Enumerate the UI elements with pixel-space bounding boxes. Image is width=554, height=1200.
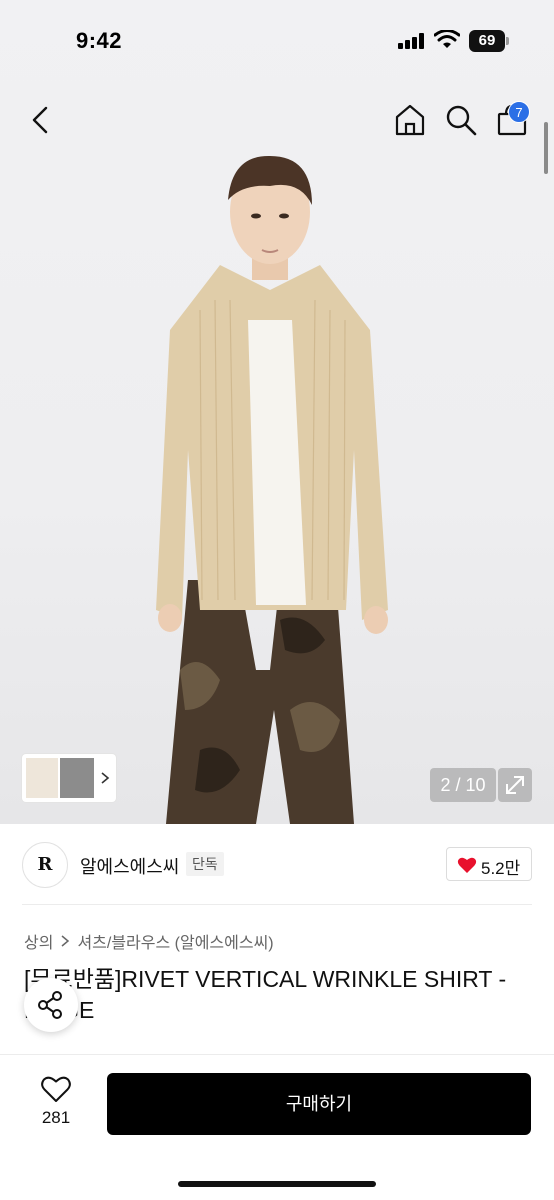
product-title: [무료반품]RIVET VERTICAL WRINKLE SHIRT - BEI… <box>24 966 507 1023</box>
brand-name[interactable]: 알에스에스씨 <box>80 853 179 879</box>
chevron-right-icon[interactable] <box>98 768 112 788</box>
cellular-signal-icon <box>398 33 426 49</box>
expand-button[interactable] <box>498 768 532 802</box>
breadcrumb-subcategory[interactable]: 셔츠/블라우스 (알에스에스씨) <box>77 929 273 953</box>
scrollbar[interactable] <box>544 122 548 174</box>
share-icon <box>38 991 62 1019</box>
divider <box>22 904 532 905</box>
expand-icon <box>506 776 524 794</box>
divider <box>0 1054 554 1055</box>
buy-button[interactable]: 구매하기 <box>107 1073 531 1135</box>
thumbnail-image[interactable] <box>60 758 94 798</box>
search-icon[interactable] <box>443 102 479 138</box>
thumbnail-strip[interactable] <box>22 754 116 802</box>
chevron-right-icon <box>61 935 70 947</box>
status-time: 9:42 <box>76 28 123 53</box>
home-indicator[interactable] <box>178 1181 376 1187</box>
brand-like-button[interactable]: 5.2만 <box>446 847 532 881</box>
thumbnail-image[interactable] <box>26 758 58 798</box>
wifi-icon <box>434 30 460 48</box>
battery-icon: 69 <box>469 30 509 52</box>
breadcrumb: 상의 셔츠/블라우스 (알에스에스씨) <box>24 929 274 953</box>
cart-count-badge: 7 <box>508 101 530 123</box>
share-button[interactable] <box>24 978 78 1032</box>
status-bar: 9:42 69 <box>0 0 554 80</box>
back-icon[interactable] <box>24 100 60 140</box>
wish-count: 281 <box>41 1108 71 1127</box>
heart-icon[interactable] <box>40 1074 72 1104</box>
home-icon[interactable] <box>392 102 428 138</box>
exclusive-badge: 단독 <box>186 852 224 876</box>
heart-icon <box>457 857 477 873</box>
brand-logo[interactable]: R <box>22 842 68 888</box>
gallery-page-counter: 2 / 10 <box>430 768 496 802</box>
breadcrumb-category[interactable]: 상의 <box>24 929 53 953</box>
brand-like-count: 5.2만 <box>481 859 521 878</box>
battery-level: 69 <box>469 30 505 52</box>
product-photo-model <box>156 155 388 824</box>
